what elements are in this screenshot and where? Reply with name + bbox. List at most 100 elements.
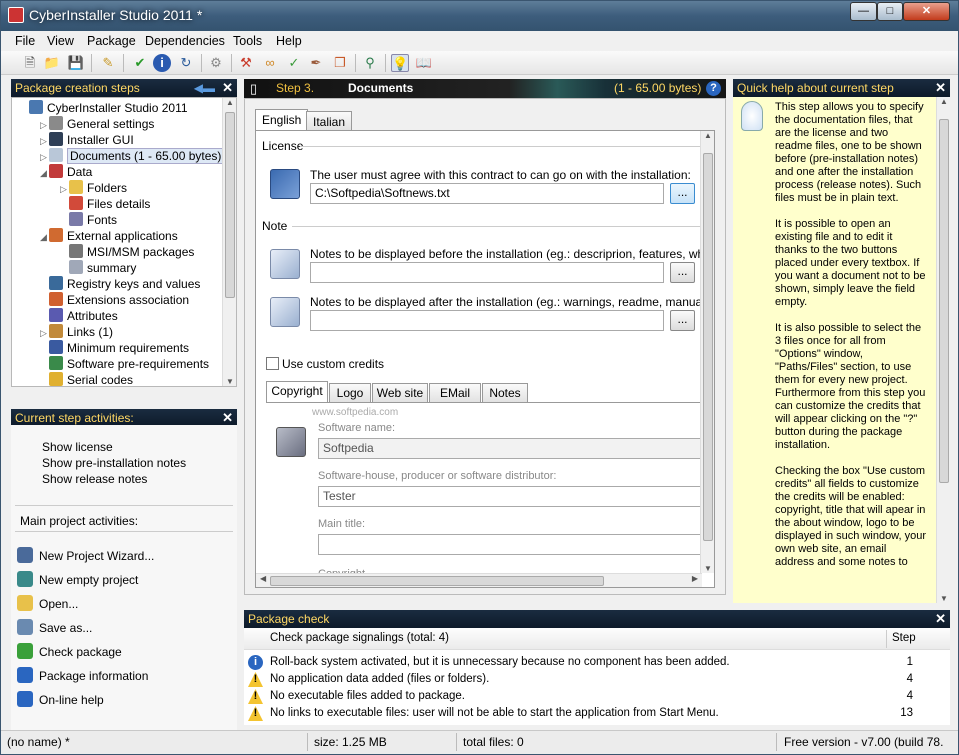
tools-icon[interactable]: ⚒	[237, 54, 255, 72]
quick-help-scrollbar[interactable]: ▲ ▼	[936, 97, 950, 603]
tab-content-hscrollbar[interactable]: ◀ ▶	[256, 573, 702, 587]
pin-icon[interactable]: ⚲	[361, 54, 379, 72]
tab-copyright[interactable]: Copyright	[266, 381, 328, 403]
tree-expander-icon[interactable]: ◢	[40, 229, 49, 245]
signals-column-header[interactable]: Check package signalings (total: 4)	[270, 632, 449, 644]
main-activity-link[interactable]: Package information	[17, 667, 148, 683]
main-activity-link[interactable]: Save as...	[17, 619, 92, 635]
close-button[interactable]: ✕	[903, 2, 950, 21]
menu-package[interactable]: Package	[87, 34, 136, 48]
package-check-row[interactable]: ! No executable files added to package. 4	[244, 688, 950, 705]
package-check-close-icon[interactable]: ✕	[935, 610, 946, 628]
tree-item[interactable]: Registry keys and values	[40, 276, 200, 292]
tree-item[interactable]: Software pre-requirements	[40, 356, 209, 372]
tree-expander-icon[interactable]: ▷	[40, 133, 49, 149]
book-icon[interactable]: 📖	[415, 54, 433, 72]
tree-item[interactable]: ▷ Documents (1 - 65.00 bytes)	[40, 148, 225, 165]
tree-item[interactable]: Serial codes	[40, 372, 133, 388]
menu-bar: File View Package Dependencies Tools Hel…	[1, 31, 958, 51]
main-activity-link[interactable]: Check package	[17, 643, 122, 659]
back-arrow-icon[interactable]: ◀▬	[194, 79, 215, 97]
menu-dependencies[interactable]: Dependencies	[145, 34, 225, 48]
new-file-icon[interactable]: 🗎	[21, 54, 39, 72]
tab-english[interactable]: English	[255, 109, 309, 131]
gear-icon[interactable]: ⚙	[207, 54, 225, 72]
tree-item[interactable]: ▷ Links (1)	[40, 324, 113, 340]
menu-help[interactable]: Help	[276, 34, 302, 48]
main-activity-link[interactable]: New empty project	[17, 571, 138, 587]
tree-item[interactable]: MSI/MSM packages	[60, 244, 194, 260]
license-file-field[interactable]: C:\Softpedia\Softnews.txt	[310, 183, 664, 204]
package-check-row[interactable]: ! No application data added (files or fol…	[244, 671, 950, 688]
tree-item[interactable]: Extensions association	[40, 292, 189, 308]
use-custom-credits-checkbox[interactable]	[266, 357, 279, 370]
requirements-icon	[49, 340, 63, 354]
tree-expander-icon[interactable]: ▷	[40, 149, 49, 165]
tree-item[interactable]: ◢ Data	[40, 164, 92, 180]
release-notes-field[interactable]	[310, 310, 664, 331]
tree-item[interactable]: Minimum requirements	[40, 340, 189, 356]
tab-italian[interactable]: Italian	[306, 111, 353, 131]
step-column-header[interactable]: Step	[892, 632, 916, 644]
software-house-field[interactable]: Tester	[318, 486, 702, 507]
tree-item[interactable]: ▷ Installer GUI	[40, 132, 134, 148]
tree-item[interactable]: summary	[60, 260, 136, 276]
main-title-field[interactable]	[318, 534, 702, 555]
title-bar[interactable]: CyberInstaller Studio 2011 * — □ ✕	[1, 1, 958, 31]
tree-expander-icon[interactable]: ▷	[40, 117, 49, 133]
app-window: CyberInstaller Studio 2011 * — □ ✕ File …	[0, 0, 959, 755]
tree-item-label: External applications	[67, 229, 178, 243]
minimize-button[interactable]: —	[850, 2, 877, 21]
menu-view[interactable]: View	[47, 34, 74, 48]
link-icon[interactable]: ∞	[261, 54, 279, 72]
copy-icon[interactable]: ❐	[331, 54, 349, 72]
steps-pane-close-icon[interactable]: ✕	[222, 79, 233, 97]
tree-item[interactable]: Attributes	[40, 308, 118, 324]
tree-item[interactable]: Files details	[60, 196, 150, 212]
brush-icon[interactable]: ✒	[307, 54, 325, 72]
tree-item[interactable]: Fonts	[60, 212, 117, 228]
tree-expander-icon[interactable]: ▷	[60, 181, 69, 197]
tab-notes[interactable]: Notes	[482, 383, 528, 403]
show-release-notes-link[interactable]: Show release notes	[42, 472, 147, 486]
steps-tree-scrollbar[interactable]: ▲ ▼	[222, 98, 236, 386]
show-license-link[interactable]: Show license	[42, 440, 113, 454]
open-folder-icon[interactable]: 📁	[43, 54, 61, 72]
show-pre-installation-notes-link[interactable]: Show pre-installation notes	[42, 456, 186, 470]
tab-email[interactable]: EMail	[429, 383, 481, 403]
main-activity-link[interactable]: Open...	[17, 595, 78, 611]
tree-item[interactable]: ◢ External applications	[40, 228, 178, 244]
tree-item[interactable]: ▷ General settings	[40, 116, 154, 132]
release-notes-browse-button[interactable]: ...	[670, 310, 695, 331]
pre-notes-field[interactable]	[310, 262, 664, 283]
refresh-icon[interactable]: ↻	[177, 54, 195, 72]
menu-tools[interactable]: Tools	[233, 34, 262, 48]
tab-web-site[interactable]: Web site	[372, 383, 428, 403]
main-activity-link[interactable]: On-line help	[17, 691, 104, 707]
lightbulb-icon[interactable]: 💡	[391, 54, 409, 72]
info-icon[interactable]: i	[153, 54, 171, 72]
tab-content-vscrollbar[interactable]: ▲ ▼	[700, 131, 714, 573]
maximize-button[interactable]: □	[877, 2, 903, 21]
help-icon[interactable]: ?	[706, 81, 721, 96]
tree-item[interactable]: CyberInstaller Studio 2011	[20, 100, 188, 116]
tree-expander-icon[interactable]: ◢	[40, 165, 49, 181]
key-icon	[49, 372, 63, 386]
package-check-row[interactable]: ! No links to executable files: user will…	[244, 705, 950, 722]
pre-notes-browse-button[interactable]: ...	[670, 262, 695, 283]
tree-item[interactable]: ▷ Folders	[60, 180, 127, 196]
software-name-field[interactable]: Softpedia	[318, 438, 702, 459]
checkmark-icon[interactable]: ✔	[131, 54, 149, 72]
tab-logo[interactable]: Logo	[329, 383, 371, 403]
verify-icon[interactable]: ✓	[285, 54, 303, 72]
quick-help-close-icon[interactable]: ✕	[935, 79, 946, 97]
main-activity-label: On-line help	[39, 693, 104, 707]
package-check-row[interactable]: i Roll-back system activated, but it is u…	[244, 654, 950, 671]
menu-file[interactable]: File	[15, 34, 35, 48]
monitor-icon	[49, 132, 63, 146]
wizard-icon[interactable]: ✎	[99, 54, 117, 72]
license-browse-button[interactable]: ...	[670, 183, 695, 204]
tree-expander-icon[interactable]: ▷	[40, 325, 49, 341]
main-activity-link[interactable]: New Project Wizard...	[17, 547, 154, 563]
save-icon[interactable]: 💾	[67, 54, 85, 72]
